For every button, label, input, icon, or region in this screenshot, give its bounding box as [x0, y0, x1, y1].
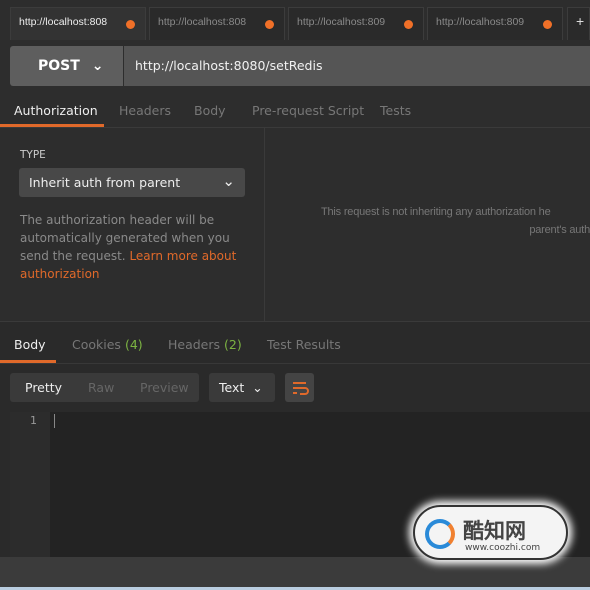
auth-type-value: Inherit auth from parent — [29, 175, 181, 190]
tab-test-results[interactable]: Test Results — [267, 337, 341, 352]
tab-label: http://localhost:808 — [158, 16, 247, 28]
unsaved-dot-icon — [543, 20, 552, 29]
tab-headers[interactable]: Headers — [119, 103, 171, 118]
new-tab-button[interactable]: + — [567, 7, 590, 40]
watermark-url: www.coozhi.com — [465, 543, 541, 553]
auth-right-message: This request is not inheriting any autho… — [321, 206, 590, 236]
url-input[interactable]: http://localhost:8080/setRedis — [124, 46, 590, 86]
watermark-name: 酷知网 — [463, 519, 526, 543]
tab-label: http://localhost:809 — [297, 16, 386, 28]
request-tab[interactable]: http://localhost:809 — [288, 7, 424, 40]
chevron-down-icon: ⌄ — [222, 172, 235, 190]
tab-tests[interactable]: Tests — [380, 103, 411, 118]
unsaved-dot-icon — [126, 20, 135, 29]
line-number: 1 — [30, 414, 37, 427]
tab-cookies[interactable]: Cookies (4) — [72, 337, 143, 352]
auth-description: The authorization header will be automat… — [20, 213, 237, 281]
divider — [0, 363, 590, 364]
auth-type-select[interactable]: Inherit auth from parent ⌄ — [19, 168, 245, 197]
watermark-logo: 酷知网 www.coozhi.com — [413, 505, 568, 560]
request-tab[interactable]: http://localhost:808 — [149, 7, 285, 40]
tab-response-headers[interactable]: Headers (2) — [168, 337, 242, 352]
status-bar — [0, 557, 590, 588]
method-select[interactable]: POST ⌄ — [10, 46, 123, 86]
coozhi-logo-icon — [425, 519, 455, 549]
format-value: Text — [219, 380, 245, 395]
tab-pre-request-script[interactable]: Pre-request Script — [252, 103, 364, 118]
wrap-icon — [293, 382, 309, 395]
unsaved-dot-icon — [404, 20, 413, 29]
line-gutter — [10, 412, 50, 557]
tab-body[interactable]: Body — [194, 103, 226, 118]
pretty-button[interactable]: Pretty — [25, 380, 62, 395]
chevron-down-icon: ⌄ — [91, 58, 104, 74]
method-label: POST — [38, 58, 80, 74]
tab-authorization[interactable]: Authorization — [14, 103, 98, 118]
request-tab[interactable]: http://localhost:808 — [10, 7, 146, 40]
preview-button[interactable]: Preview — [140, 380, 189, 395]
request-tab[interactable]: http://localhost:809 — [427, 7, 563, 40]
format-select[interactable]: Text ⌄ — [209, 373, 275, 402]
type-label: TYPE — [20, 149, 46, 161]
auth-left-panel: TYPE Inherit auth from parent ⌄ The autho… — [0, 128, 265, 321]
unsaved-dot-icon — [265, 20, 274, 29]
text-cursor — [54, 414, 55, 428]
tab-label: http://localhost:808 — [19, 16, 108, 28]
tab-label: http://localhost:809 — [436, 16, 525, 28]
chevron-down-icon: ⌄ — [252, 380, 263, 395]
tab-response-body[interactable]: Body — [14, 337, 46, 352]
wrap-lines-button[interactable] — [285, 373, 314, 402]
raw-button[interactable]: Raw — [88, 380, 114, 395]
